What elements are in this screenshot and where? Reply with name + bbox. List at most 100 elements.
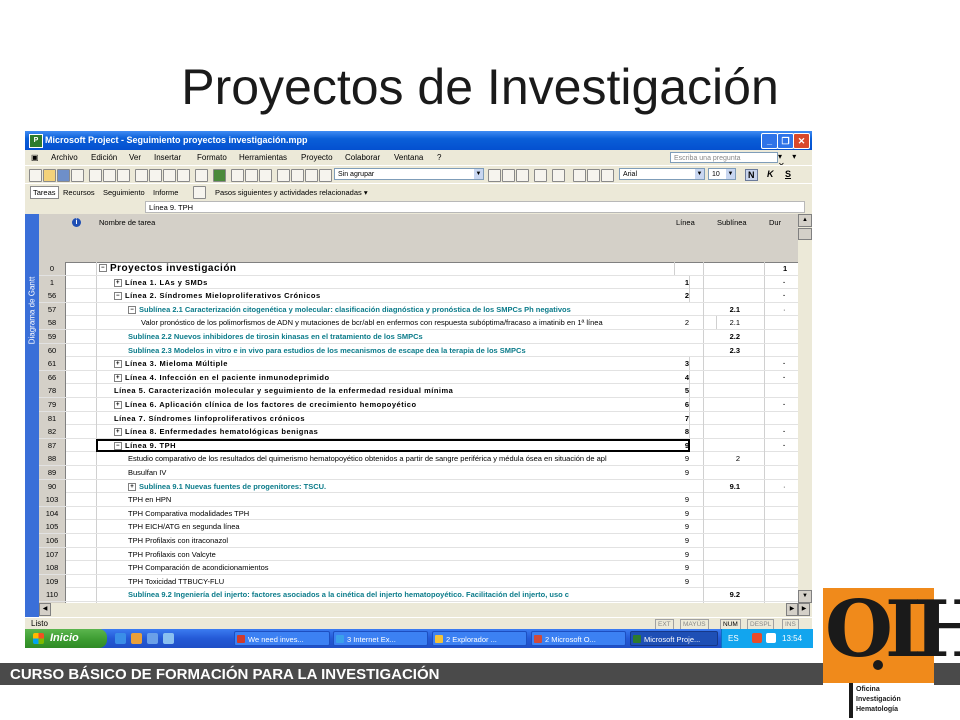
- copy-icon[interactable]: [149, 169, 162, 182]
- tab-recursos[interactable]: Recursos: [63, 188, 95, 197]
- dur-cell[interactable]: ·: [765, 371, 798, 384]
- scroll-down-icon[interactable]: ▼: [798, 590, 812, 603]
- dur-cell[interactable]: [765, 534, 798, 547]
- sublinea-cell[interactable]: 2: [703, 452, 765, 466]
- task-name-cell[interactable]: TPH en HPN: [96, 493, 704, 507]
- table-row[interactable]: 1 + Línea 1. LAs y SMDs 1 ·: [39, 275, 798, 290]
- sublinea-cell[interactable]: [703, 425, 765, 439]
- tab-tareas[interactable]: Tareas: [30, 186, 59, 199]
- task-name-cell[interactable]: − Sublínea 2.1 Caracterización citogenéti…: [96, 302, 704, 316]
- menu-herramientas[interactable]: Herramientas: [239, 153, 287, 162]
- save-icon[interactable]: [57, 169, 70, 182]
- view-bar[interactable]: Diagrama de Gantt: [25, 214, 39, 617]
- row-id[interactable]: 90: [39, 479, 66, 493]
- sublinea-cell[interactable]: [703, 384, 765, 398]
- hyperlink-icon[interactable]: [213, 169, 226, 182]
- dur-cell[interactable]: ·: [765, 357, 798, 370]
- link-tasks-icon[interactable]: [231, 169, 244, 182]
- start-button[interactable]: Inicio: [25, 629, 107, 648]
- dur-cell[interactable]: [765, 561, 798, 574]
- row-id[interactable]: 110: [39, 588, 66, 602]
- group-by-select[interactable]: Sin agrupar ▼: [334, 168, 484, 180]
- bold-button[interactable]: N: [745, 169, 758, 181]
- cut-icon[interactable]: [135, 169, 148, 182]
- task-name-cell[interactable]: Línea 5. Caracterización molecular y seg…: [96, 384, 690, 398]
- linea-cell[interactable]: 9: [671, 493, 704, 507]
- quicklaunch-desktop-icon[interactable]: [147, 633, 158, 644]
- row-id[interactable]: 60: [39, 343, 66, 357]
- table-row[interactable]: 79 + Línea 6. Aplicación clínica de los fa…: [39, 398, 798, 412]
- linea-cell[interactable]: [671, 479, 704, 493]
- sublinea-cell[interactable]: [703, 438, 765, 452]
- document-icon[interactable]: ▣: [31, 153, 39, 162]
- dur-cell[interactable]: ·: [765, 398, 798, 411]
- row-id[interactable]: 1: [39, 275, 66, 289]
- column-header-sublinea[interactable]: Sublínea: [703, 214, 766, 263]
- task-name-cell[interactable]: + Línea 6. Aplicación clínica de los fact…: [96, 398, 690, 411]
- task-name-cell[interactable]: Estudio comparativo de los resultados de…: [96, 452, 704, 466]
- dur-cell[interactable]: [765, 316, 798, 329]
- column-header-dur[interactable]: Dur: [765, 214, 798, 263]
- ms-project-app-icon[interactable]: P: [29, 134, 43, 148]
- row-id[interactable]: 66: [39, 370, 66, 384]
- expand-icon[interactable]: +: [114, 360, 122, 369]
- dur-cell[interactable]: [765, 520, 798, 533]
- table-row[interactable]: 110 Sublínea 9.2 Ingeniería del injerto: …: [39, 588, 798, 602]
- row-id[interactable]: 106: [39, 534, 66, 547]
- arrow-left-icon[interactable]: [573, 169, 586, 182]
- row-id[interactable]: 81: [39, 411, 66, 425]
- row-id[interactable]: 103: [39, 493, 66, 507]
- row-id[interactable]: 87: [39, 438, 66, 452]
- quicklaunch-media-icon[interactable]: [163, 633, 174, 644]
- taskbar-button-microsoft-project[interactable]: Microsoft Proje...: [630, 631, 718, 646]
- task-name-cell[interactable]: TPH Comparativa modalidades TPH: [96, 506, 704, 520]
- sublinea-cell[interactable]: 9.1: [703, 479, 765, 493]
- sublinea-cell[interactable]: [703, 534, 765, 547]
- help-icon[interactable]: [552, 169, 565, 182]
- task-name-cell[interactable]: Sublínea 9.2 Ingeniería del injerto: fac…: [96, 588, 704, 602]
- table-row[interactable]: 58 Valor pronóstico de los polimorfismos …: [39, 316, 798, 330]
- taskbar-button-internet-explorer[interactable]: 3 Internet Ex...: [333, 631, 428, 646]
- language-indicator[interactable]: ES: [728, 634, 739, 643]
- table-row[interactable]: 81 Línea 7. Síndromes linfoproliferativos…: [39, 411, 798, 426]
- linea-cell[interactable]: 9: [671, 547, 704, 561]
- dur-cell[interactable]: ·: [765, 303, 798, 316]
- task-name-cell[interactable]: + Línea 3. Mieloma Múltiple: [96, 357, 690, 371]
- linea-cell[interactable]: 9: [671, 534, 704, 547]
- dur-cell[interactable]: ·: [765, 289, 798, 302]
- table-row[interactable]: 106 TPH Profilaxis con itraconazol 9: [39, 534, 798, 548]
- task-name-cell[interactable]: + Línea 4. Infección en el paciente inmun…: [96, 370, 690, 384]
- table-row[interactable]: 104 TPH Comparativa modalidades TPH 9: [39, 506, 798, 521]
- sublinea-cell[interactable]: 2.2: [703, 330, 765, 343]
- dur-cell[interactable]: [765, 575, 798, 588]
- sublinea-cell[interactable]: [703, 547, 765, 561]
- task-name-cell[interactable]: TPH Comparación de acondicionamientos: [96, 561, 704, 575]
- dur-cell[interactable]: ·: [765, 276, 798, 289]
- scroll-left-icon[interactable]: ◀: [39, 603, 51, 616]
- dur-cell[interactable]: [765, 466, 798, 479]
- scroll-right-icon[interactable]: ▶: [786, 603, 798, 616]
- task-name-cell[interactable]: Valor pronóstico de los polimorfismos de…: [96, 316, 717, 330]
- column-header-linea[interactable]: Línea: [671, 214, 704, 263]
- show-icon[interactable]: [601, 169, 614, 182]
- row-id[interactable]: 59: [39, 330, 66, 343]
- linea-cell[interactable]: 9: [671, 520, 704, 534]
- table-row[interactable]: 59 Sublínea 2.2 Nuevos inhibidores de tir…: [39, 330, 798, 344]
- sublinea-cell[interactable]: [703, 370, 765, 384]
- vertical-scrollbar[interactable]: ▲ ▼: [798, 214, 812, 603]
- table-row[interactable]: 0 − Proyectos investigación 1: [39, 262, 798, 276]
- italic-button[interactable]: K: [767, 169, 774, 179]
- table-row[interactable]: 89 Busulfan IV 9: [39, 466, 798, 480]
- table-row[interactable]: 66 + Línea 4. Infección en el paciente inm…: [39, 370, 798, 385]
- task-name-cell[interactable]: Sublínea 2.3 Modelos in vitro e in vivo …: [96, 343, 704, 357]
- table-row[interactable]: 108 TPH Comparación de acondicionamientos…: [39, 561, 798, 575]
- dur-cell[interactable]: [765, 330, 798, 343]
- task-name-cell[interactable]: TPH Profilaxis con itraconazol: [96, 534, 704, 547]
- tab-informe[interactable]: Informe: [153, 188, 178, 197]
- sublinea-cell[interactable]: [703, 411, 765, 425]
- task-name-cell[interactable]: Busulfan IV: [96, 466, 704, 479]
- collapse-icon[interactable]: −: [114, 292, 122, 301]
- notes-icon[interactable]: [291, 169, 304, 182]
- taskbar-button-explorador[interactable]: 2 Explorador ...: [432, 631, 527, 646]
- dur-cell[interactable]: [765, 344, 798, 357]
